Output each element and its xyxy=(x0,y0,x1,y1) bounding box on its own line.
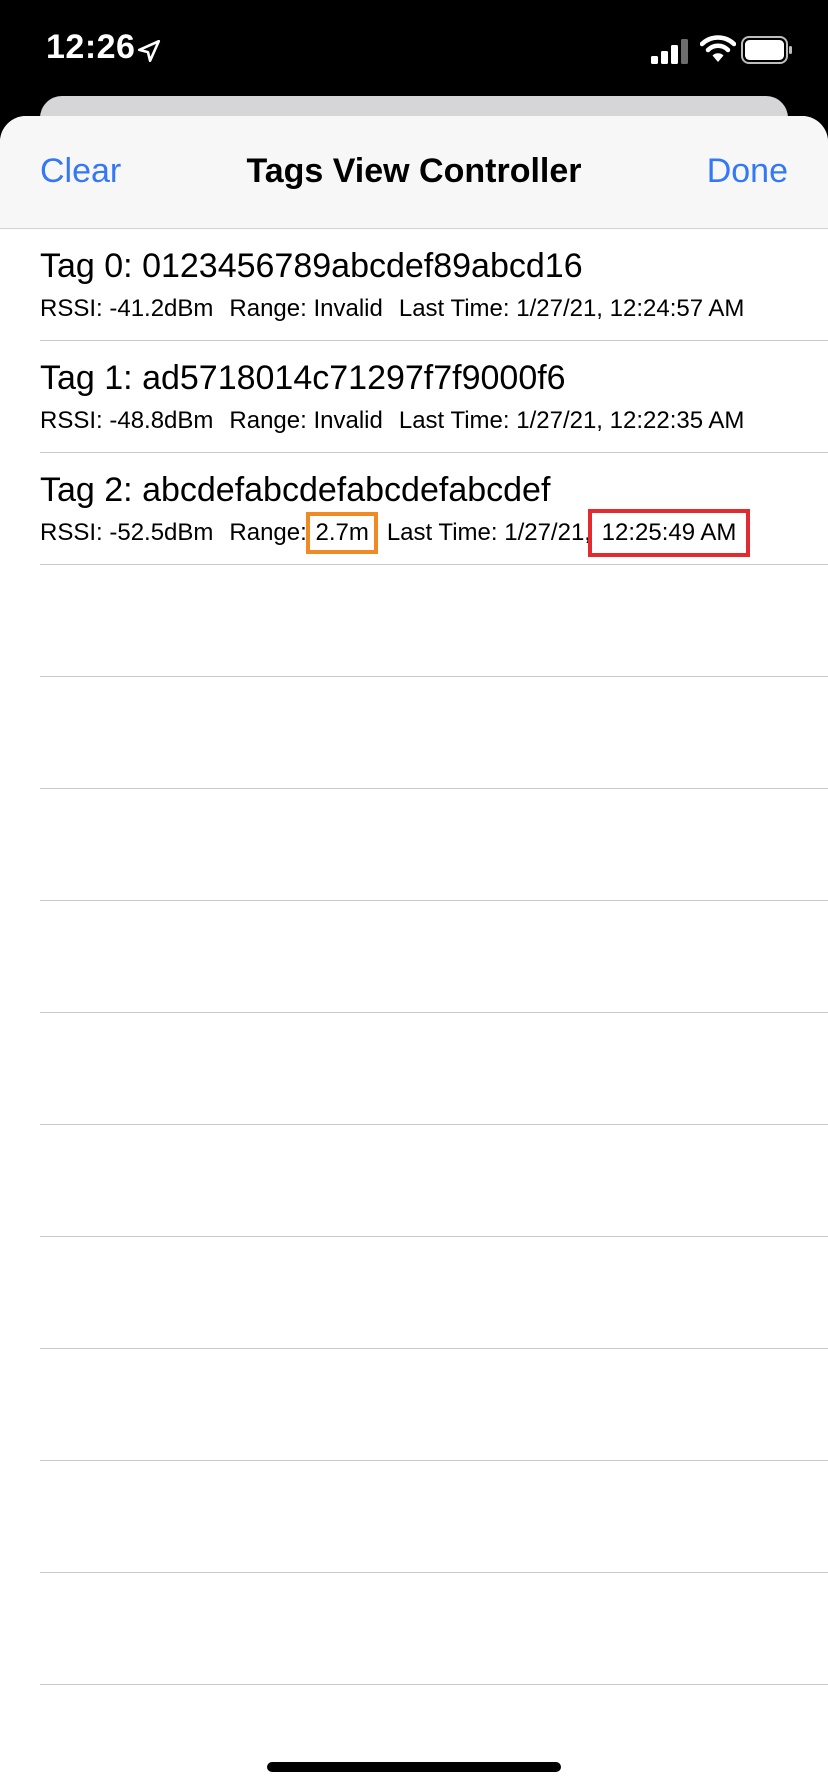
last-time-value: 12:22:35 AM xyxy=(609,407,745,434)
page-title: Tags View Controller xyxy=(246,152,582,190)
range-label: Range: xyxy=(229,295,307,322)
empty-row xyxy=(40,1685,828,1792)
empty-row xyxy=(40,1461,828,1573)
range-value-highlighted: 2.7m xyxy=(306,512,378,554)
last-date-value: 1/27/21, xyxy=(516,295,603,322)
empty-row xyxy=(40,565,828,677)
rssi-value: RSSI: -52.5dBm xyxy=(40,519,214,546)
rssi-value: RSSI: -41.2dBm xyxy=(40,295,214,322)
tag-title: Tag 2: abcdefabcdefabcdefabcdef xyxy=(40,471,551,509)
cellular-signal-icon xyxy=(651,39,688,64)
empty-row xyxy=(40,1013,828,1125)
last-date-value: 1/27/21, xyxy=(516,407,603,434)
modal-sheet: Clear Tags View Controller Done Tag 0: 0… xyxy=(0,116,828,1792)
range-value: Invalid xyxy=(313,407,383,434)
last-time-label: Last Time: xyxy=(386,519,498,546)
empty-row xyxy=(40,1349,828,1461)
location-arrow-icon xyxy=(137,39,161,63)
tag-row[interactable]: Tag 0: 0123456789abcdef89abcd16 RSSI: -4… xyxy=(40,229,828,341)
tag-row[interactable]: Tag 1: ad5718014c71297f7f9000f6 RSSI: -4… xyxy=(40,341,828,453)
wifi-icon xyxy=(700,35,736,62)
range-label: Range: xyxy=(229,407,307,434)
status-time: 12:26 xyxy=(46,28,136,66)
tag-detail: RSSI: -48.8dBm Range: Invalid Last Time: 1… xyxy=(40,407,744,435)
status-bar: 12:26 xyxy=(0,0,828,96)
done-button[interactable]: Done xyxy=(707,152,788,191)
tag-row[interactable]: Tag 2: abcdefabcdefabcdefabcdef RSSI: -5… xyxy=(40,453,828,565)
last-date-value: 1/27/21, xyxy=(504,519,591,546)
empty-row xyxy=(40,901,828,1013)
tags-list: Tag 0: 0123456789abcdef89abcd16 RSSI: -4… xyxy=(0,229,828,1792)
empty-row xyxy=(40,789,828,901)
last-time-label: Last Time: xyxy=(398,407,510,434)
range-label: Range: xyxy=(229,519,307,546)
rssi-value: RSSI: -48.8dBm xyxy=(40,407,214,434)
navigation-bar: Clear Tags View Controller Done xyxy=(0,116,828,229)
tag-detail: RSSI: -41.2dBm Range: Invalid Last Time: 1… xyxy=(40,295,744,323)
home-indicator xyxy=(267,1762,561,1772)
battery-icon xyxy=(741,36,792,64)
tag-title: Tag 1: ad5718014c71297f7f9000f6 xyxy=(40,359,566,397)
empty-row xyxy=(40,677,828,789)
tag-title: Tag 0: 0123456789abcdef89abcd16 xyxy=(40,247,583,285)
tag-detail: RSSI: -52.5dBm Range: 2.7m Last Time: 1/27… xyxy=(40,509,751,557)
range-value: Invalid xyxy=(313,295,383,322)
empty-row xyxy=(40,1573,828,1685)
empty-row xyxy=(40,1125,828,1237)
last-time-label: Last Time: xyxy=(398,295,510,322)
last-time-value-highlighted: 12:25:49 AM xyxy=(587,509,751,557)
empty-row xyxy=(40,1237,828,1349)
last-time-value: 12:24:57 AM xyxy=(609,295,745,322)
